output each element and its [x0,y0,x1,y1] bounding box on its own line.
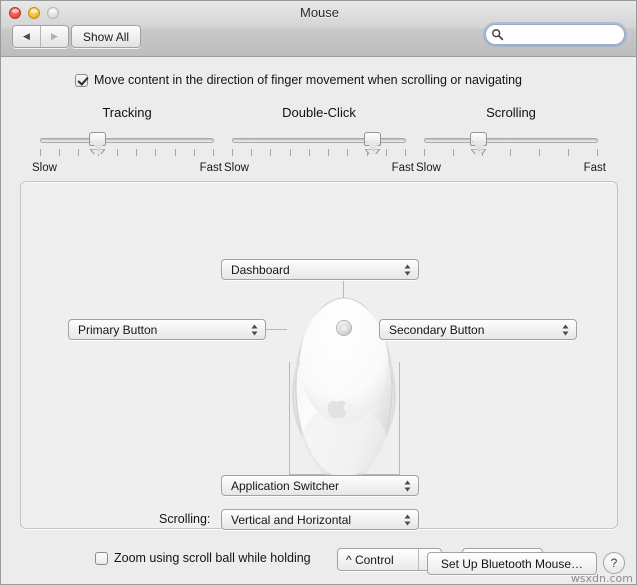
search-input[interactable] [485,24,625,45]
side-buttons-action-value: Application Switcher [231,478,340,493]
scrolling-slider[interactable]: Slow Fast [416,132,606,174]
double-click-slider[interactable]: Slow Fast [224,132,414,174]
forward-button[interactable]: ▶ [41,26,68,47]
help-label: ? [610,556,618,570]
scrolling-thumb-pointer [471,145,486,154]
primary-button-value: Primary Button [78,322,158,337]
show-all-label: Show All [83,29,130,44]
double-click-slider-end-labels: Slow Fast [224,162,414,174]
scrolling-direction-value: Vertical and Horizontal [231,512,352,527]
tracking-thumb-pointer [90,145,105,154]
scrolling-slider-end-labels: Slow Fast [416,162,606,174]
tracking-min-label: Slow [32,162,57,174]
scrolling-max-label: Fast [583,162,606,174]
scrolling-slider-track[interactable] [424,138,598,143]
pulldown-separator [418,549,419,570]
window-title: Mouse [299,5,340,20]
show-all-button[interactable]: Show All [71,25,142,48]
double-click-thumb-pointer [365,145,380,154]
double-click-slider-title: Double-Click [282,105,356,120]
title-bar: Mouse ◀ ▶ Show All [1,1,636,57]
chevron-updown-icon [404,514,411,525]
preferences-content: Move content in the direction of finger … [1,57,636,585]
scroll-ball-action-popup[interactable]: Dashboard [221,259,419,280]
side-buttons-action-popup[interactable]: Application Switcher [221,475,419,496]
navigation-segmented-control[interactable]: ◀ ▶ [12,25,69,48]
secondary-button-value: Secondary Button [389,322,485,337]
zoom-scroll-ball-label: Zoom using scroll ball while holding [114,551,311,565]
back-arrow-icon: ◀ [23,31,30,41]
mouse-preferences-window: Mouse ◀ ▶ Show All Move content in the d… [0,0,637,585]
watermark: wsxdn.com [570,572,633,585]
tracking-slider-title: Tracking [102,105,152,120]
scrolling-direction-popup[interactable]: Vertical and Horizontal [221,509,419,530]
double-click-slider-thumb[interactable] [364,132,381,154]
mouse-configuration-panel: Dashboard Primary Button Secondary Butto… [20,181,618,571]
zoom-checkbox-row[interactable]: Zoom using scroll ball while holding [95,551,311,565]
back-button[interactable]: ◀ [13,26,41,47]
natural-scroll-label: Move content in the direction of finger … [94,73,523,87]
double-click-max-label: Fast [391,162,414,174]
double-click-slider-group: Double-Click Slow Fast [224,105,414,174]
setup-bluetooth-mouse-label: Set Up Bluetooth Mouse… [440,556,583,571]
search-field-container[interactable] [485,24,625,45]
natural-scroll-checkbox[interactable] [75,73,88,87]
scrolling-slider-thumb[interactable] [470,132,487,154]
primary-button-popup[interactable]: Primary Button [68,319,266,340]
tracking-slider-group: Tracking Slow Fast [32,105,222,174]
help-button[interactable]: ? [603,552,625,574]
chevron-updown-icon [404,480,411,491]
scroll-ball-action-value: Dashboard [231,262,290,277]
forward-arrow-icon: ▶ [51,31,58,41]
chevron-updown-icon [404,264,411,275]
zoom-scroll-ball-checkbox[interactable] [95,551,108,565]
natural-scroll-checkbox-row[interactable]: Move content in the direction of finger … [75,73,522,87]
chevron-updown-icon [562,324,569,335]
scrolling-slider-title: Scrolling [486,105,536,120]
zoom-modifier-value: ^ Control [346,552,394,567]
secondary-button-popup[interactable]: Secondary Button [379,319,577,340]
chevron-updown-icon [251,324,258,335]
tracking-slider-thumb[interactable] [89,132,106,154]
scrolling-slider-group: Scrolling Slow Fast [416,105,606,174]
tracking-slider-track[interactable] [40,138,214,143]
tracking-max-label: Fast [199,162,222,174]
scrolling-direction-label: Scrolling: [159,512,211,526]
scrolling-slider-ticks [424,149,598,157]
tracking-slider-ticks [40,149,214,157]
scrolling-min-label: Slow [416,162,441,174]
tracking-slider[interactable]: Slow Fast [32,132,222,174]
double-click-min-label: Slow [224,162,249,174]
tracking-slider-end-labels: Slow Fast [32,162,222,174]
